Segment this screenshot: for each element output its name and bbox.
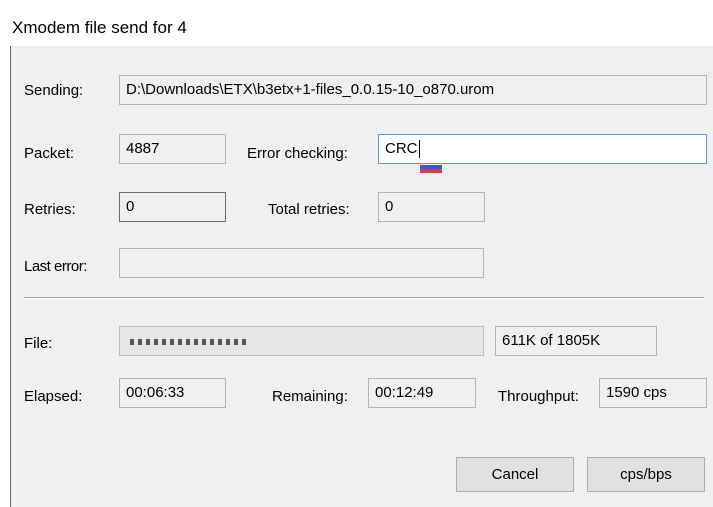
progress-segment	[226, 339, 230, 345]
progress-segment	[178, 339, 182, 345]
file-label: File:	[24, 335, 53, 352]
progress-segment	[170, 339, 174, 345]
elapsed-field: 00:06:33	[119, 378, 226, 408]
progress-segment	[130, 339, 134, 345]
separator	[24, 297, 704, 299]
remaining-field: 00:12:49	[368, 378, 476, 408]
file-progress-bar	[119, 326, 484, 356]
progress-segment	[202, 339, 206, 345]
cancel-button[interactable]: Cancel	[456, 457, 574, 492]
file-progress-text: 611K of 1805K	[495, 326, 657, 356]
sending-field: D:\Downloads\ETX\b3etx+1-files_0.0.15-10…	[119, 75, 707, 105]
progress-segment	[146, 339, 150, 345]
retries-label: Retries:	[24, 201, 76, 218]
progress-segment	[242, 339, 246, 345]
last-error-field	[119, 248, 484, 278]
progress-segment	[194, 339, 198, 345]
error-checking-label: Error checking:	[247, 145, 348, 162]
packet-field: 4887	[119, 134, 226, 164]
error-checking-field[interactable]: CRC	[378, 134, 707, 164]
progress-segment	[186, 339, 190, 345]
text-caret	[418, 140, 420, 159]
cps-bps-button[interactable]: cps/bps	[587, 457, 705, 492]
total-retries-field: 0	[378, 192, 485, 222]
last-error-label: Last error:	[24, 258, 87, 275]
progress-segment	[234, 339, 238, 345]
progress-segment	[154, 339, 158, 345]
elapsed-label: Elapsed:	[24, 388, 83, 405]
throughput-label: Throughput:	[498, 388, 579, 405]
sending-label: Sending:	[24, 82, 84, 99]
progress-segment	[218, 339, 222, 345]
error-checking-value: CRC	[385, 140, 418, 157]
retries-field: 0	[119, 192, 226, 222]
progress-segment	[138, 339, 142, 345]
progress-segment	[210, 339, 214, 345]
remaining-label: Remaining:	[272, 388, 348, 405]
packet-label: Packet:	[24, 145, 75, 162]
progress-segment	[162, 339, 166, 345]
file-progress-fill	[130, 339, 473, 345]
window-title: Xmodem file send for 4	[12, 18, 187, 37]
ime-indicator-icon	[420, 165, 442, 173]
total-retries-label: Total retries:	[268, 201, 350, 218]
throughput-field: 1590 cps	[599, 378, 707, 408]
